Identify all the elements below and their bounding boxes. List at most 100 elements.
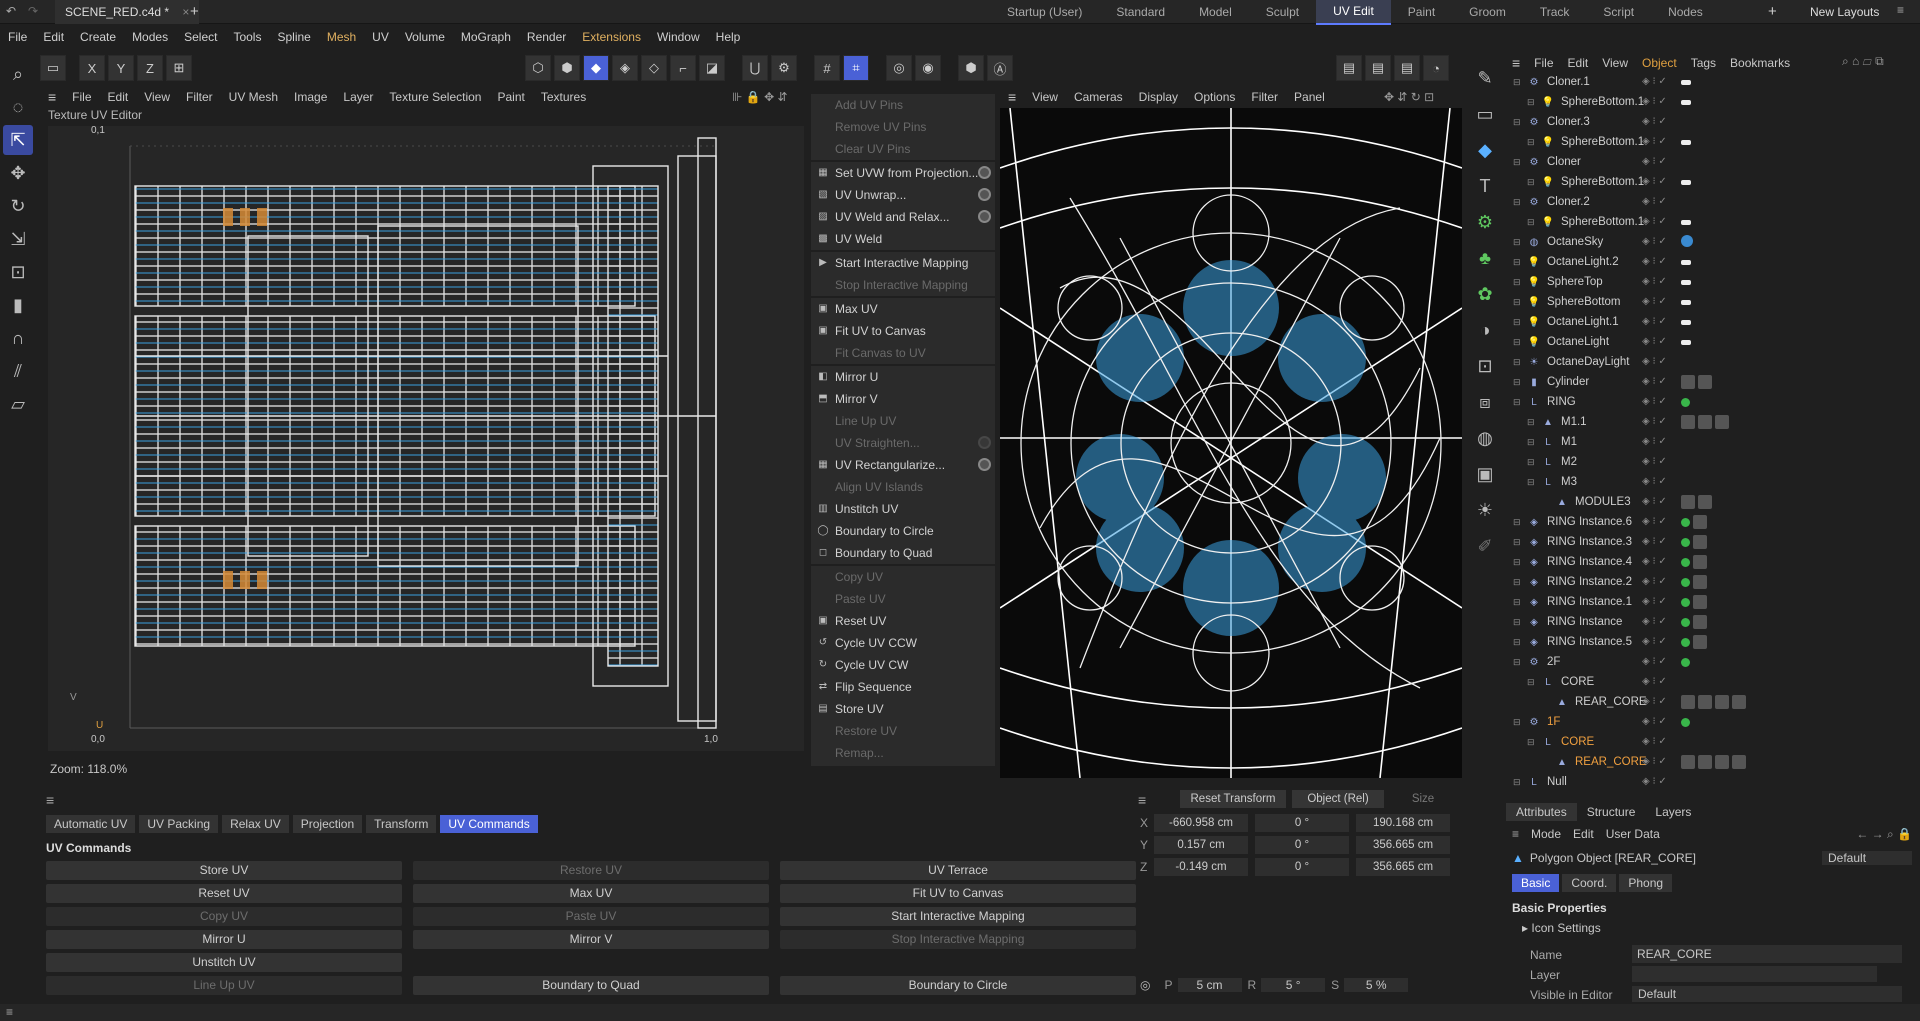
viewport-menu-filter[interactable]: Filter (1243, 86, 1286, 108)
search-icon[interactable]: ⌕ (3, 59, 33, 89)
visibility-icon[interactable]: ◈ ⁝ ✓ (1642, 736, 1667, 747)
light-icon[interactable]: ☀ (1469, 494, 1501, 526)
tag-icon[interactable] (1693, 635, 1707, 649)
tab-layers[interactable]: Layers (1645, 803, 1701, 821)
tag-icon[interactable] (1681, 695, 1695, 709)
visibility-icon[interactable]: ◈ ⁝ ✓ (1642, 136, 1667, 147)
expand-icon[interactable]: ⊟ (1527, 417, 1539, 428)
expand-icon[interactable]: ⊟ (1527, 137, 1539, 148)
command-uv-weld-and-relax[interactable]: ▨ UV Weld and Relax... (811, 206, 995, 228)
subtab-basic[interactable]: Basic (1512, 874, 1560, 892)
generator-icon[interactable]: ⚙ (1469, 206, 1501, 238)
command-unstitch-uv[interactable]: ▥ Unstitch UV (811, 498, 995, 520)
command-mirror-v[interactable]: ⬒ Mirror V (811, 388, 995, 410)
attributes-nav-icon[interactable]: ← → ⌕ 🔒 (1856, 827, 1912, 842)
visibility-icon[interactable]: ◈ ⁝ ✓ (1642, 416, 1667, 427)
tag-icon[interactable] (1693, 575, 1707, 589)
rotation-field[interactable]: 0 ° (1255, 836, 1349, 854)
expand-icon[interactable]: ⊟ (1513, 297, 1525, 308)
visibility-icon[interactable]: ◈ ⁝ ✓ (1642, 236, 1667, 247)
reset-transform-button[interactable]: Reset Transform (1180, 790, 1286, 808)
tag-icon[interactable] (1698, 695, 1712, 709)
visibility-icon[interactable]: ◈ ⁝ ✓ (1642, 696, 1667, 707)
expand-icon[interactable]: ⊟ (1513, 317, 1525, 328)
menu-icon[interactable]: ≡ (1000, 86, 1024, 108)
unstitch-uv-button[interactable]: Unstitch UV (46, 953, 402, 972)
expand-icon[interactable]: ⊟ (1513, 237, 1525, 248)
uv-menu-layer[interactable]: Layer (335, 86, 381, 108)
object-row[interactable]: ⊟ ◈ RING Instance.4 ◈ ⁝ ✓ (1505, 552, 1913, 572)
om-menu-object[interactable]: Object (1635, 52, 1684, 74)
layout-tab-paint[interactable]: Paint (1391, 0, 1452, 24)
menu-render[interactable]: Render (519, 26, 574, 48)
position-field[interactable]: -660.958 cm (1154, 814, 1248, 832)
tag-icon[interactable] (1681, 280, 1691, 285)
object-row[interactable]: ⊟ L M2 ◈ ⁝ ✓ (1505, 452, 1913, 472)
tag-icon[interactable] (1715, 755, 1729, 769)
position-field[interactable]: 0.157 cm (1154, 836, 1248, 854)
tag-icon[interactable] (1693, 615, 1707, 629)
tag-icon[interactable] (1681, 140, 1691, 145)
object-row[interactable]: ⊟ ◈ RING Instance.3 ◈ ⁝ ✓ (1505, 532, 1913, 552)
render-view-icon[interactable]: ▤ (1336, 55, 1362, 81)
visibility-icon[interactable]: ◈ ⁝ ✓ (1642, 296, 1667, 307)
workplane-icon[interactable]: ▱ (3, 389, 33, 419)
uv-mode-icon[interactable]: ▭ (40, 55, 66, 81)
object-row[interactable]: ⊟ ☀ OctaneDayLight ◈ ⁝ ✓ (1505, 352, 1913, 372)
menu-help[interactable]: Help (708, 26, 749, 48)
object-row[interactable]: ⊟ L CORE ◈ ⁝ ✓ (1505, 732, 1913, 752)
menu-select[interactable]: Select (176, 26, 225, 48)
object-row[interactable]: ⊟ ▮ Cylinder ◈ ⁝ ✓ (1505, 372, 1913, 392)
visibility-icon[interactable]: ◈ ⁝ ✓ (1642, 776, 1667, 787)
transform-icon[interactable]: ⊡ (3, 257, 33, 287)
scale-icon[interactable]: ⇲ (3, 224, 33, 254)
layout-tab-script[interactable]: Script (1586, 0, 1651, 24)
add-layout-icon[interactable]: + (1768, 3, 1777, 20)
coord-mode-select[interactable]: Object (Rel) (1292, 790, 1384, 808)
visibility-icon[interactable]: ◈ ⁝ ✓ (1642, 376, 1667, 387)
tab-structure[interactable]: Structure (1577, 803, 1646, 821)
tag-icon[interactable] (1681, 220, 1691, 225)
max-uv-button[interactable]: Max UV (413, 884, 769, 903)
mirror-v-button[interactable]: Mirror V (413, 930, 769, 949)
object-row[interactable]: ⊟ L M3 ◈ ⁝ ✓ (1505, 472, 1913, 492)
layout-tab-groom[interactable]: Groom (1452, 0, 1523, 24)
expand-icon[interactable]: ⊟ (1513, 657, 1525, 668)
uv-islands-icon[interactable]: ◪ (699, 55, 725, 81)
expand-icon[interactable]: ⊟ (1513, 397, 1525, 408)
scene-icon[interactable]: ⧈ (1469, 386, 1501, 418)
visibility-icon[interactable]: ◈ ⁝ ✓ (1642, 336, 1667, 347)
object-row[interactable]: ⊟ 💡 SphereBottom ◈ ⁝ ✓ (1505, 292, 1913, 312)
object-row[interactable]: ⊟ 💡 OctaneLight.1 ◈ ⁝ ✓ (1505, 312, 1913, 332)
object-row[interactable]: ⊟ ⚙ Cloner.1 ◈ ⁝ ✓ (1505, 72, 1913, 92)
visible-in-editor-select[interactable]: Default (1632, 986, 1902, 1002)
tag-icon[interactable] (1681, 658, 1690, 667)
object-row[interactable]: ▲ REAR_CORE ◈ ⁝ ✓ (1505, 692, 1913, 712)
polygons-mode-icon[interactable]: ◆ (583, 55, 609, 81)
boundary-to-quad-button[interactable]: Boundary to Quad (413, 976, 769, 995)
tag-icon[interactable] (1681, 518, 1690, 527)
object-row[interactable]: ▲ MODULE3 ◈ ⁝ ✓ (1505, 492, 1913, 512)
visibility-icon[interactable]: ◈ ⁝ ✓ (1642, 516, 1667, 527)
tag-icon[interactable] (1681, 260, 1691, 265)
visibility-icon[interactable]: ◈ ⁝ ✓ (1642, 576, 1667, 587)
command-uv-rectangularize[interactable]: ▦ UV Rectangularize... (811, 454, 995, 476)
uv-menu-edit[interactable]: Edit (100, 86, 137, 108)
command-cycle-uv-ccw[interactable]: ↺ Cycle UV CCW (811, 632, 995, 654)
menu-icon[interactable]: ≡ (1512, 827, 1519, 841)
expand-icon[interactable]: ⊟ (1513, 197, 1525, 208)
viewport-menu-options[interactable]: Options (1186, 86, 1243, 108)
command-flip-sequence[interactable]: ⇄ Flip Sequence (811, 676, 995, 698)
rotation-field[interactable]: 0 ° (1255, 814, 1349, 832)
cloner-icon[interactable]: ♣ (1469, 242, 1501, 274)
uv-edges-icon[interactable]: ⌐ (670, 55, 696, 81)
visibility-icon[interactable]: ◈ ⁝ ✓ (1642, 496, 1667, 507)
expand-icon[interactable]: ⊟ (1513, 357, 1525, 368)
command-mirror-u[interactable]: ◧ Mirror U (811, 366, 995, 388)
asset-icon[interactable]: Ⓐ (987, 55, 1013, 81)
tab-automatic-uv[interactable]: Automatic UV (46, 815, 136, 833)
tag-icon[interactable] (1693, 515, 1707, 529)
tag-icon[interactable] (1698, 375, 1712, 389)
tag-icon[interactable] (1681, 538, 1690, 547)
object-row[interactable]: ⊟ 💡 SphereBottom.1 ◈ ⁝ ✓ (1505, 172, 1913, 192)
